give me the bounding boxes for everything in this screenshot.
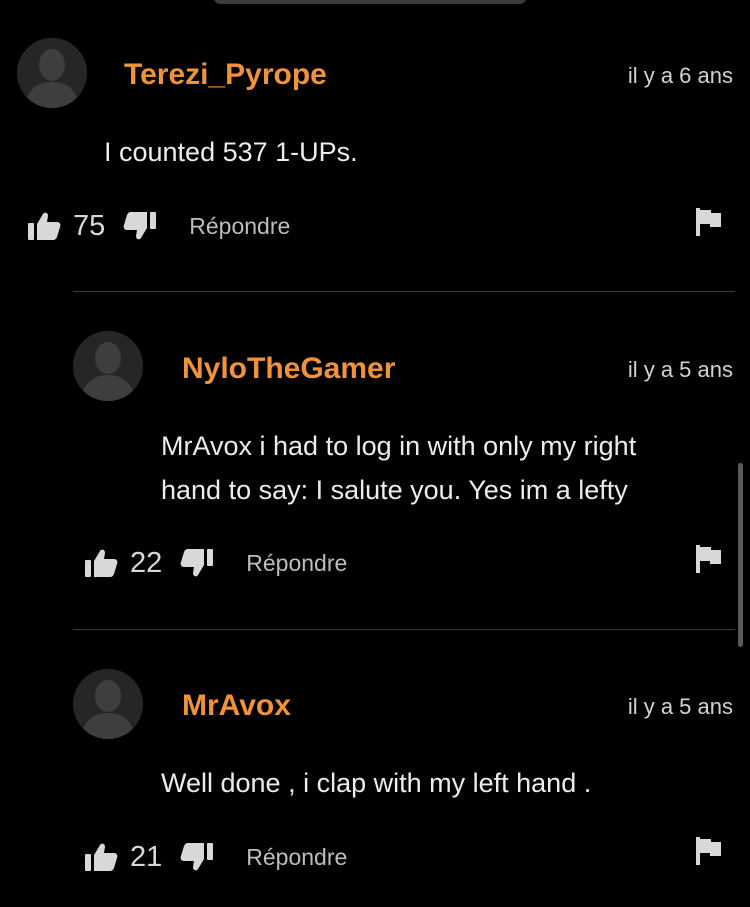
comment-timestamp: il y a 5 ans <box>627 694 733 719</box>
comment-text: Well done , i clap with my left hand . <box>161 768 592 798</box>
scrollbar-thumb[interactable] <box>738 463 743 647</box>
comment-username[interactable]: MrAvox <box>182 689 291 723</box>
comment-reply: MrAvox il y a 5 ans Well done , i clap w… <box>0 0 750 907</box>
comment-actions: 21 Répondre <box>84 837 347 877</box>
user-avatar[interactable] <box>73 669 143 739</box>
default-user-avatar-icon <box>73 669 143 739</box>
thumbs-down-icon[interactable] <box>180 842 214 872</box>
like-count: 21 <box>130 840 163 873</box>
reply-link[interactable]: Répondre <box>246 844 347 871</box>
thumbs-up-icon[interactable] <box>84 842 118 872</box>
flag-icon[interactable] <box>696 837 722 865</box>
